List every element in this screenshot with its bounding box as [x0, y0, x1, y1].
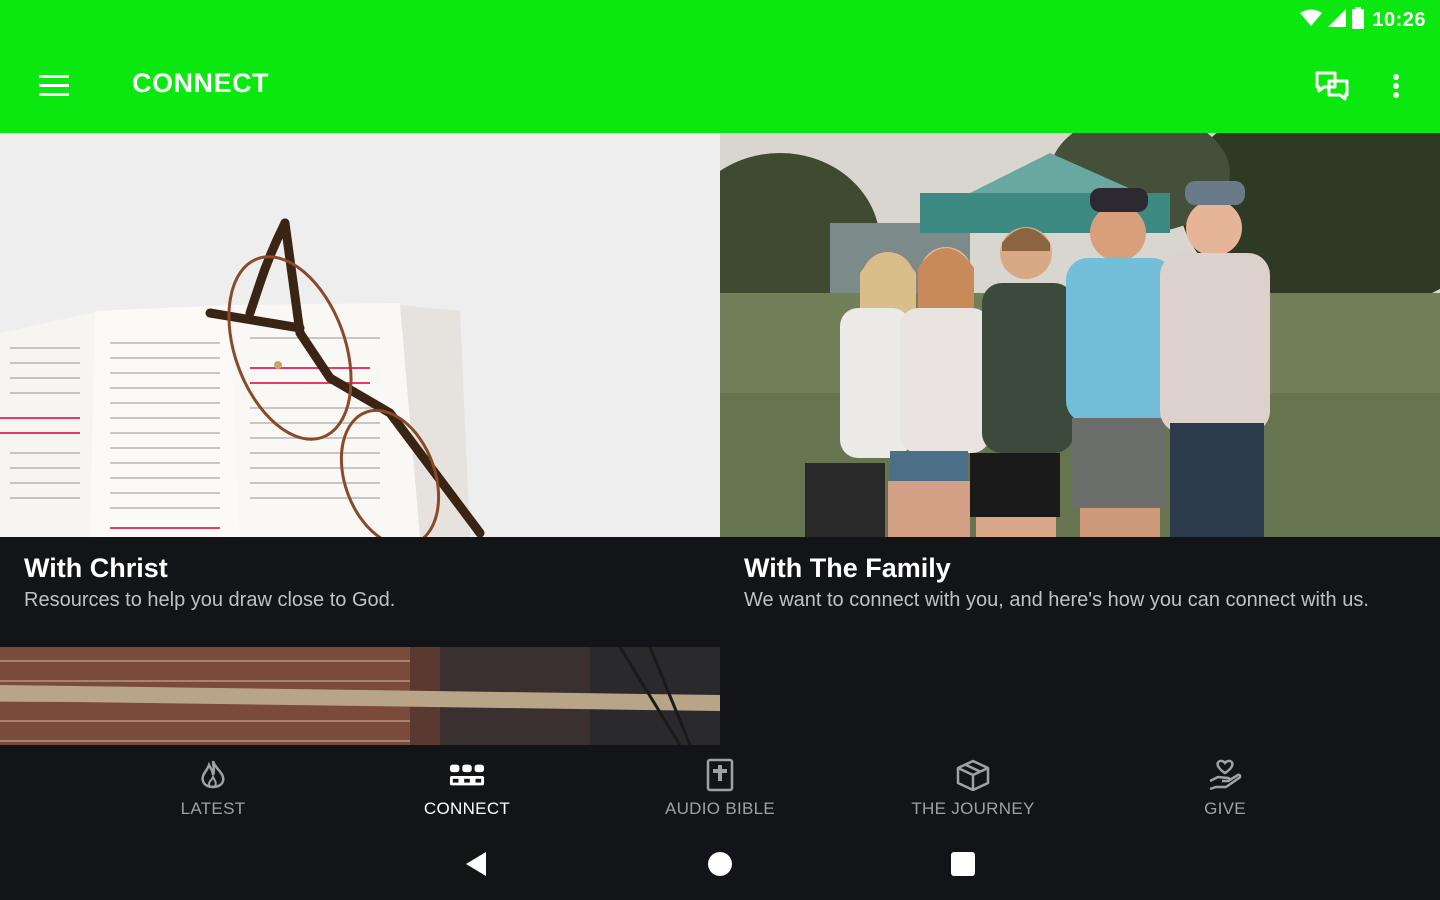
system-navigation-bar: [0, 828, 1440, 900]
home-icon[interactable]: [700, 848, 740, 880]
chat-icon[interactable]: [1308, 64, 1356, 108]
content-grid: With Christ Resources to help you draw c…: [0, 133, 1440, 745]
status-time: 10:26: [1372, 8, 1426, 31]
bottom-navigation: LATEST CONNECT AUDIO BIBLE THE JOURNEY G…: [0, 745, 1440, 828]
nav-item-connect[interactable]: CONNECT: [367, 745, 567, 828]
card-with-the-family[interactable]: With The Family We want to connect with …: [720, 133, 1440, 647]
nav-item-the-journey[interactable]: THE JOURNEY: [873, 745, 1073, 828]
card-image-bible: [0, 133, 720, 537]
card-title: With Christ: [24, 553, 168, 583]
back-icon[interactable]: [456, 848, 496, 880]
status-bar: 10:26: [0, 0, 1440, 40]
box-icon: [955, 757, 991, 793]
cell-signal-icon: [1328, 8, 1347, 32]
battery-icon: [1352, 6, 1365, 34]
nav-label: CONNECT: [423, 799, 511, 818]
nav-item-give[interactable]: GIVE: [1125, 745, 1325, 828]
bible-icon: [702, 757, 738, 793]
wifi-icon: [1300, 9, 1323, 32]
nav-item-latest[interactable]: LATEST: [113, 745, 313, 828]
card-description: We want to connect with you, and here's …: [744, 589, 1369, 611]
hamburger-menu-icon[interactable]: [30, 66, 78, 106]
group-icon: [449, 757, 485, 793]
nav-item-audio-bible[interactable]: AUDIO BIBLE: [620, 745, 820, 828]
nav-label: AUDIO BIBLE: [664, 799, 776, 818]
page-title: CONNECT: [132, 68, 269, 98]
card-title: With The Family: [744, 553, 951, 583]
status-icons: [1300, 6, 1365, 34]
nav-label: LATEST: [180, 799, 246, 818]
more-vert-icon[interactable]: [1376, 64, 1416, 108]
card-with-christ[interactable]: With Christ Resources to help you draw c…: [0, 133, 720, 647]
card-image-family: [720, 133, 1440, 537]
card-description: Resources to help you draw close to God.: [24, 589, 396, 611]
card-partial-image[interactable]: [0, 647, 720, 745]
giving-hand-icon: [1207, 757, 1243, 793]
nav-label: GIVE: [1204, 799, 1246, 818]
recents-icon[interactable]: [943, 848, 983, 880]
app-bar: CONNECT: [0, 40, 1440, 133]
nav-label: THE JOURNEY: [911, 799, 1035, 818]
flame-icon: [195, 757, 231, 793]
